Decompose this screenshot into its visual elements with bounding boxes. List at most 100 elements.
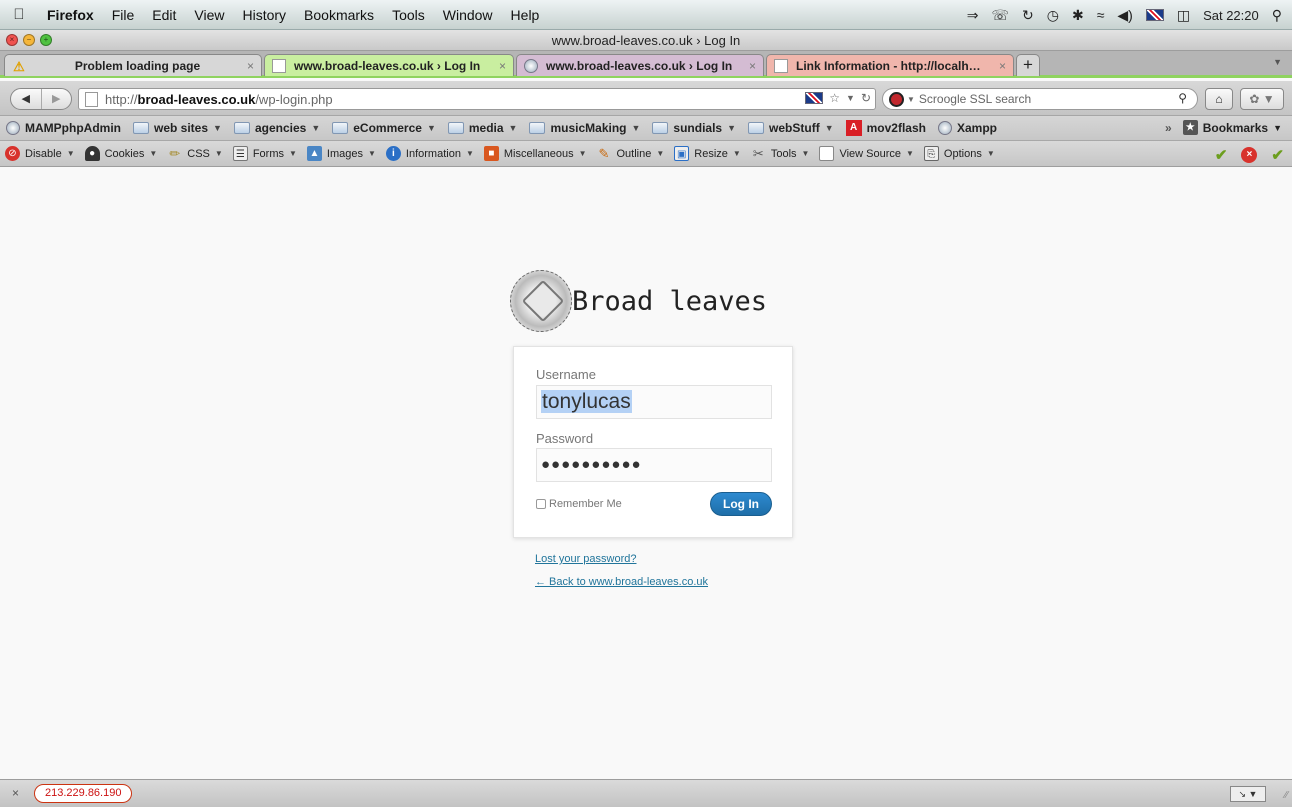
search-placeholder: Scroogle SSL search [918, 92, 1032, 106]
username-field[interactable]: tonylucas [536, 385, 772, 419]
menu-view[interactable]: View [185, 7, 233, 23]
tab-problem-loading[interactable]: ⚠ Problem loading page × [4, 54, 262, 76]
lost-password-link[interactable]: Lost your password? [535, 553, 637, 565]
bookmark-folder-agencies[interactable]: agencies ▼ [233, 121, 320, 135]
extension-menu-icon[interactable]: ✿ ▼ [1240, 88, 1284, 110]
phone-icon[interactable]: ☏ [992, 7, 1010, 24]
html-valid-check-icon[interactable]: ✔ [1271, 146, 1284, 164]
url-dropdown-icon[interactable]: ▼ [846, 93, 855, 103]
back-button-icon[interactable]: ◀ [11, 89, 41, 109]
username-label: Username [536, 367, 596, 382]
window-title-bar: × − + www.broad-leaves.co.uk › Log In [0, 30, 1292, 51]
search-icon[interactable]: ⚲ [1178, 91, 1187, 105]
bookmark-folder-webstuff[interactable]: webStuff ▼ [748, 121, 834, 135]
password-field[interactable]: ●●●●●●●●●● [536, 448, 772, 482]
dev-miscellaneous-menu[interactable]: ■ Miscellaneous ▼ [483, 146, 587, 161]
bookmark-star-icon[interactable]: ☆ [829, 91, 840, 105]
dropbox-icon[interactable]: ⇒ [967, 7, 979, 24]
tab-list-chevron-icon[interactable]: ▼ [1273, 57, 1282, 67]
dev-information-menu[interactable]: i Information ▼ [385, 146, 474, 161]
chevron-down-icon: ▼ [508, 123, 518, 133]
time-machine-icon[interactable]: ◷ [1047, 7, 1059, 24]
volume-icon[interactable]: ◀) [1117, 7, 1132, 24]
dev-resize-menu[interactable]: ▣ Resize ▼ [674, 146, 741, 161]
folder-icon [332, 122, 349, 134]
adobe-icon: A [845, 120, 862, 136]
new-tab-button[interactable]: + [1016, 54, 1040, 76]
battery-icon[interactable]: ◫ [1177, 7, 1190, 24]
bookmark-folder-media[interactable]: media ▼ [447, 121, 518, 135]
dev-cookies-menu[interactable]: ● Cookies ▼ [84, 146, 158, 161]
log-in-button[interactable]: Log In [710, 492, 772, 516]
bookmark-folder-ecommerce[interactable]: eCommerce ▼ [332, 121, 436, 135]
sync-icon[interactable]: ↻ [1022, 7, 1034, 24]
close-tab-icon[interactable]: × [499, 59, 506, 73]
warning-icon: ⚠ [13, 58, 25, 74]
page-content: Broad leaves Username tonylucas Password… [0, 168, 1292, 779]
back-to-site-link[interactable]: ← Back to www.broad-leaves.co.uk [535, 576, 708, 588]
menu-window[interactable]: Window [434, 7, 502, 23]
tab-link-information[interactable]: Link Information - http://localh… × [766, 54, 1014, 76]
tab-login-2[interactable]: www.broad-leaves.co.uk › Log In × [516, 54, 764, 76]
css-valid-check-icon[interactable]: ✔ [1215, 146, 1228, 164]
menu-bookmarks[interactable]: Bookmarks [295, 7, 383, 23]
chevron-down-icon: ▼ [824, 123, 834, 133]
chevron-down-icon: ▼ [66, 149, 75, 158]
close-addon-bar-icon[interactable]: × [12, 786, 19, 800]
close-tab-icon[interactable]: × [247, 59, 254, 73]
remember-me-checkbox[interactable] [536, 499, 546, 509]
spotlight-icon[interactable]: ⚲ [1272, 7, 1282, 24]
bluetooth-icon[interactable]: ✱ [1072, 7, 1084, 24]
chevron-down-icon: ▼ [149, 149, 158, 158]
reload-icon[interactable]: ↻ [861, 91, 871, 105]
bookmark-mampphpadmin[interactable]: MAMPphpAdmin [6, 121, 121, 135]
apple-menu-icon[interactable]:  [0, 6, 38, 23]
input-flag-icon[interactable] [1145, 9, 1164, 21]
wifi-icon[interactable]: ≈ [1097, 7, 1105, 23]
url-bar[interactable]: http://broad-leaves.co.uk/wp-login.php ☆… [78, 88, 876, 110]
search-engine-icon[interactable] [889, 91, 904, 107]
menu-history[interactable]: History [233, 7, 295, 23]
dev-tools-menu[interactable]: ✂ Tools ▼ [751, 146, 810, 161]
close-tab-icon[interactable]: × [999, 59, 1006, 73]
dev-options-menu[interactable]: ⎘ Options ▼ [923, 146, 995, 161]
dev-css-menu[interactable]: ✏ CSS ▼ [167, 146, 223, 161]
resize-grip-icon[interactable]: ∕∕ [1285, 790, 1288, 801]
dev-disable-menu[interactable]: ⊘ Disable ▼ [5, 146, 75, 161]
resize-tool-icon[interactable]: ↘ ▼ [1230, 786, 1266, 802]
language-flag-icon[interactable] [805, 92, 824, 104]
dev-view-source-menu[interactable]: View Source ▼ [819, 146, 914, 161]
dev-outline-menu[interactable]: ✎ Outline ▼ [597, 146, 665, 161]
close-tab-icon[interactable]: × [749, 59, 756, 73]
menu-firefox[interactable]: Firefox [38, 7, 103, 23]
bookmark-folder-sundials[interactable]: sundials ▼ [652, 121, 736, 135]
search-input[interactable]: ▼ Scroogle SSL search ⚲ [882, 88, 1198, 110]
js-error-icon[interactable]: × [1241, 147, 1258, 163]
bookmarks-menu-button[interactable]: Bookmarks [1203, 121, 1268, 135]
toolbox-icon: ■ [483, 146, 499, 161]
clock[interactable]: Sat 22:20 [1203, 8, 1259, 23]
forward-button-icon[interactable]: ▶ [40, 89, 72, 109]
bookmarks-overflow-icon[interactable]: » [1165, 121, 1172, 135]
menu-edit[interactable]: Edit [143, 7, 185, 23]
bookmark-xampp[interactable]: Xampp [937, 121, 997, 135]
tab-login-active[interactable]: www.broad-leaves.co.uk › Log In × [264, 54, 514, 76]
menu-help[interactable]: Help [502, 7, 549, 23]
menu-file[interactable]: File [103, 7, 144, 23]
server-ip-badge[interactable]: 213.229.86.190 [34, 784, 133, 803]
dev-menu-label: View Source [839, 147, 901, 160]
menu-tools[interactable]: Tools [383, 7, 434, 23]
site-logo[interactable]: Broad leaves [510, 270, 800, 340]
home-button-icon[interactable]: ⌂ [1205, 88, 1233, 110]
chevron-down-icon[interactable]: ▼ [1273, 123, 1282, 133]
bookmark-folder-musicmaking[interactable]: musicMaking ▼ [529, 121, 640, 135]
bookmark-folder-web-sites[interactable]: web sites ▼ [132, 121, 222, 135]
dev-images-menu[interactable]: ▲ Images ▼ [306, 146, 376, 161]
remember-me[interactable]: Remember Me [536, 498, 622, 510]
dev-forms-menu[interactable]: ☰ Forms ▼ [232, 146, 297, 161]
url-protocol: http:// [105, 91, 138, 107]
search-engine-dropdown-icon[interactable]: ▼ [907, 95, 915, 104]
status-bar: × 213.229.86.190 ↘ ▼ ∕∕ [0, 779, 1292, 807]
window-title: www.broad-leaves.co.uk › Log In [551, 33, 741, 48]
bookmark-mov2flash[interactable]: A mov2flash [845, 120, 926, 136]
